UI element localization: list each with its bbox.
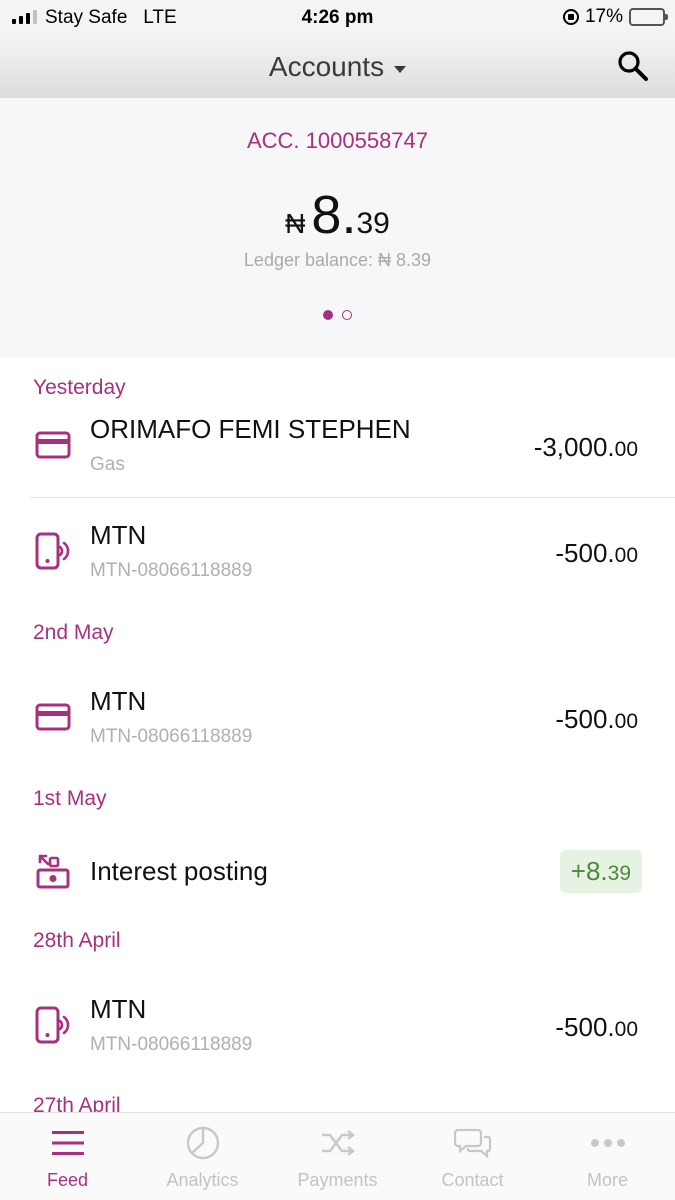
transaction-subtitle: Gas: [90, 454, 125, 475]
tab-analytics[interactable]: Analytics: [135, 1113, 270, 1200]
card-pager[interactable]: [0, 310, 675, 320]
transaction-title: ORIMAFO FEMI STEPHEN: [90, 414, 411, 444]
tab-contact[interactable]: Contact: [405, 1113, 540, 1200]
tab-label: Feed: [46, 1170, 89, 1190]
transaction-row[interactable]: ORIMAFO FEMI STEPHEN Gas -3,000.00: [0, 400, 675, 496]
page-title: Accounts: [268, 51, 385, 82]
transaction-title: MTN: [90, 686, 147, 716]
transaction-subtitle: MTN-08066118889: [90, 560, 253, 581]
balance-card[interactable]: ACC. 1000558747 ₦ 8. 39 Ledger balance: …: [0, 98, 675, 358]
currency-symbol: ₦: [285, 208, 306, 239]
transaction-title: MTN: [90, 520, 147, 550]
row-divider: [30, 497, 675, 498]
tab-label: Payments: [297, 1170, 378, 1190]
tab-payments[interactable]: Payments: [270, 1113, 405, 1200]
date-group-label: 27th April: [33, 1094, 121, 1112]
transaction-amount: -3,000.00: [533, 432, 638, 462]
shuffle-icon: [321, 1130, 355, 1156]
credit-amount-badge: +8.39: [559, 850, 642, 893]
date-group-label: 28th April: [33, 929, 121, 952]
transaction-amount: -500.00: [555, 538, 638, 568]
chevron-down-icon: [394, 65, 407, 73]
accounts-dropdown[interactable]: Accounts: [268, 51, 407, 83]
date-group-label: 1st May: [33, 787, 107, 810]
more-icon: [590, 1139, 625, 1147]
available-balance: ₦ 8. 39: [0, 184, 675, 246]
battery-percent: 17%: [584, 6, 623, 27]
mobile-airtime-icon: [35, 532, 70, 570]
interest-icon: [36, 854, 70, 889]
balance-whole: 8.: [311, 185, 357, 245]
pager-dot-2[interactable]: [342, 310, 352, 320]
pie-chart-icon: [186, 1126, 219, 1160]
tab-feed[interactable]: Feed: [0, 1113, 135, 1200]
orientation-lock-icon: [562, 9, 579, 25]
transaction-subtitle: MTN-08066118889: [90, 1034, 253, 1055]
battery-icon: [629, 8, 668, 26]
account-number: ACC. 1000558747: [246, 128, 429, 153]
card-icon: [35, 703, 71, 731]
date-group-label: 2nd May: [33, 621, 114, 644]
transaction-row[interactable]: MTN MTN-08066118889 -500.00: [0, 672, 675, 768]
transaction-row[interactable]: Interest posting +8.39: [0, 828, 675, 924]
search-icon: [618, 51, 648, 81]
menu-icon: [51, 1131, 84, 1155]
transaction-feed[interactable]: Yesterday ORIMAFO FEMI STEPHEN Gas -3,00…: [0, 358, 675, 1112]
card-icon: [35, 431, 71, 459]
date-group-label: Yesterday: [33, 376, 126, 399]
transaction-title: Interest posting: [90, 856, 268, 886]
search-button[interactable]: [615, 48, 651, 84]
tab-label: Contact: [441, 1170, 504, 1190]
tab-label: More: [586, 1170, 628, 1190]
tab-label: Analytics: [166, 1170, 239, 1190]
mobile-airtime-icon: [35, 1006, 70, 1044]
pager-dot-1[interactable]: [323, 310, 333, 320]
transaction-amount: -500.00: [555, 704, 638, 734]
chat-icon: [453, 1128, 491, 1159]
tab-more[interactable]: More: [540, 1113, 675, 1200]
bottom-tab-bar: Feed Analytics Payments Contact More: [0, 1112, 675, 1200]
status-bar: Stay Safe LTE 4:26 pm 17%: [0, 0, 675, 36]
balance-decimal: 39: [356, 207, 390, 240]
transaction-row[interactable]: MTN MTN-08066118889 -500.00: [0, 506, 675, 602]
transaction-amount: -500.00: [555, 1012, 638, 1042]
app-header: Accounts: [0, 36, 675, 98]
ledger-balance: Ledger balance: ₦ 8.39: [243, 250, 432, 270]
transaction-row[interactable]: MTN MTN-08066118889 -500.00: [0, 980, 675, 1076]
transaction-subtitle: MTN-08066118889: [90, 726, 253, 747]
transaction-title: MTN: [90, 994, 147, 1024]
